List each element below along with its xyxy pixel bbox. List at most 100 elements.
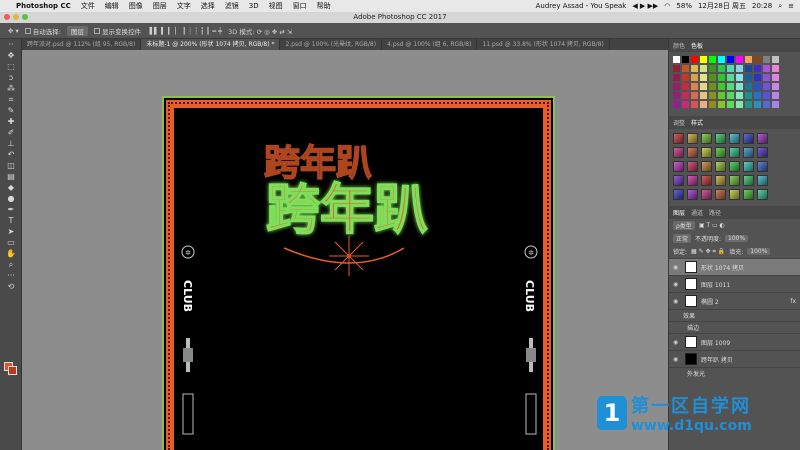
color-swatch[interactable] xyxy=(736,92,743,99)
color-swatch[interactable] xyxy=(745,92,752,99)
color-swatch[interactable] xyxy=(718,74,725,81)
color-swatch[interactable] xyxy=(700,101,707,108)
visibility-eye-icon[interactable]: ◉ xyxy=(673,281,681,288)
style-preset[interactable] xyxy=(715,133,726,144)
color-swatch[interactable] xyxy=(772,83,779,90)
opacity-input[interactable]: 100% xyxy=(725,235,749,242)
color-swatch[interactable] xyxy=(682,56,689,63)
color-swatch[interactable] xyxy=(682,65,689,72)
color-swatch[interactable] xyxy=(772,92,779,99)
layer-row[interactable]: ◉ 图层 1011 xyxy=(669,275,800,292)
style-preset[interactable] xyxy=(743,133,754,144)
magic-wand-icon[interactable]: ⁂ xyxy=(0,83,22,94)
style-preset[interactable] xyxy=(757,147,768,158)
edit-toolbar-icon[interactable]: ⟲ xyxy=(0,281,22,292)
color-swatch[interactable] xyxy=(754,83,761,90)
headline-text[interactable]: 跨年趴 xyxy=(265,177,429,242)
tab-color[interactable]: 颜色 xyxy=(673,41,685,50)
style-preset[interactable] xyxy=(687,147,698,158)
color-swatch[interactable] xyxy=(763,74,770,81)
style-preset[interactable] xyxy=(673,189,684,200)
style-preset[interactable] xyxy=(729,147,740,158)
menu-select[interactable]: 选择 xyxy=(201,1,215,11)
color-swatch[interactable] xyxy=(691,92,698,99)
style-preset[interactable] xyxy=(729,189,740,200)
color-swatch[interactable] xyxy=(709,65,716,72)
color-swatch[interactable] xyxy=(727,83,734,90)
lock-icons[interactable]: ▦ ✎ ✥ ⌗ 🔒 xyxy=(691,248,725,256)
color-swatch[interactable] xyxy=(682,92,689,99)
color-swatch[interactable] xyxy=(772,56,779,63)
color-swatch[interactable] xyxy=(673,56,680,63)
battery-percent[interactable]: 58% xyxy=(676,2,692,10)
style-preset[interactable] xyxy=(743,161,754,172)
style-preset[interactable] xyxy=(715,147,726,158)
color-swatch[interactable] xyxy=(718,56,725,63)
color-swatch[interactable] xyxy=(700,83,707,90)
color-swatch[interactable] xyxy=(736,83,743,90)
color-swatch[interactable] xyxy=(727,74,734,81)
style-preset[interactable] xyxy=(687,189,698,200)
hand-tool-icon[interactable]: ✋ xyxy=(0,248,22,259)
layer-row[interactable]: ◉ 椭圆 2 fx xyxy=(669,292,800,309)
color-swatch[interactable] xyxy=(736,101,743,108)
style-preset[interactable] xyxy=(715,189,726,200)
style-preset[interactable] xyxy=(687,175,698,186)
layer-effect-row[interactable]: 描边 xyxy=(669,321,800,333)
color-swatch[interactable] xyxy=(763,92,770,99)
clock[interactable]: 20:28 xyxy=(752,2,772,10)
tab-channels[interactable]: 通道 xyxy=(691,208,703,217)
style-preset[interactable] xyxy=(673,133,684,144)
color-swatch[interactable] xyxy=(718,65,725,72)
color-swatch[interactable] xyxy=(682,101,689,108)
color-swatch[interactable] xyxy=(745,65,752,72)
menu-image[interactable]: 图像 xyxy=(129,1,143,11)
eyedropper-icon[interactable]: ✎ xyxy=(0,105,22,116)
color-swatch[interactable] xyxy=(754,101,761,108)
style-preset[interactable] xyxy=(743,147,754,158)
color-swatch[interactable] xyxy=(673,101,680,108)
color-swatch[interactable] xyxy=(709,92,716,99)
color-swatch[interactable] xyxy=(709,101,716,108)
document-tab[interactable]: 跨年派对.psd @ 112% (组 95, RGB/8) xyxy=(22,39,142,50)
wifi-icon[interactable]: ◠ xyxy=(664,2,670,10)
color-swatch[interactable] xyxy=(718,101,725,108)
gradient-tool-icon[interactable]: ▤ xyxy=(0,171,22,182)
history-brush-icon[interactable]: ↶ xyxy=(0,149,22,160)
color-swatch[interactable] xyxy=(691,56,698,63)
media-controls-icon[interactable]: ◀ ▶ ▶▶ xyxy=(632,2,658,10)
color-swatch[interactable] xyxy=(736,74,743,81)
menu-filter[interactable]: 滤镜 xyxy=(225,1,239,11)
layer-effect-row[interactable]: 外发光 xyxy=(669,367,800,379)
style-preset[interactable] xyxy=(687,161,698,172)
color-swatch[interactable] xyxy=(754,56,761,63)
style-preset[interactable] xyxy=(701,133,712,144)
color-swatch[interactable] xyxy=(700,65,707,72)
blend-mode-dropdown[interactable]: 正常 xyxy=(673,234,692,243)
document-tab[interactable]: 11.psd @ 33.8% (形状 1074 拷贝, RGB/8) xyxy=(477,39,610,50)
color-swatch[interactable] xyxy=(691,83,698,90)
color-swatch[interactable] xyxy=(709,74,716,81)
color-swatch[interactable] xyxy=(745,74,752,81)
eraser-tool-icon[interactable]: ◫ xyxy=(0,160,22,171)
color-swatch[interactable] xyxy=(745,83,752,90)
style-preset[interactable] xyxy=(673,147,684,158)
tab-adjustments[interactable]: 调整 xyxy=(673,118,685,127)
app-menu[interactable]: Photoshop CC xyxy=(16,2,71,10)
style-preset[interactable] xyxy=(757,161,768,172)
document-tab[interactable]: 2.psd @ 100% (光晕纹, RGB/8) xyxy=(280,39,383,50)
style-preset[interactable] xyxy=(729,175,740,186)
color-swatch[interactable] xyxy=(727,65,734,72)
dodge-tool-icon[interactable]: ● xyxy=(0,193,22,204)
color-swatch[interactable] xyxy=(700,56,707,63)
lasso-tool-icon[interactable]: ↄ xyxy=(0,72,22,83)
swatches-grid[interactable] xyxy=(669,52,800,112)
fill-input[interactable]: 100% xyxy=(747,248,771,255)
menu-3d[interactable]: 3D xyxy=(249,2,259,10)
styles-grid[interactable] xyxy=(669,129,800,204)
style-preset[interactable] xyxy=(715,161,726,172)
menu-list-icon[interactable]: ≡ xyxy=(788,2,794,10)
style-preset[interactable] xyxy=(701,175,712,186)
menu-edit[interactable]: 编辑 xyxy=(105,1,119,11)
more-tools-icon[interactable]: ··· xyxy=(0,270,22,281)
